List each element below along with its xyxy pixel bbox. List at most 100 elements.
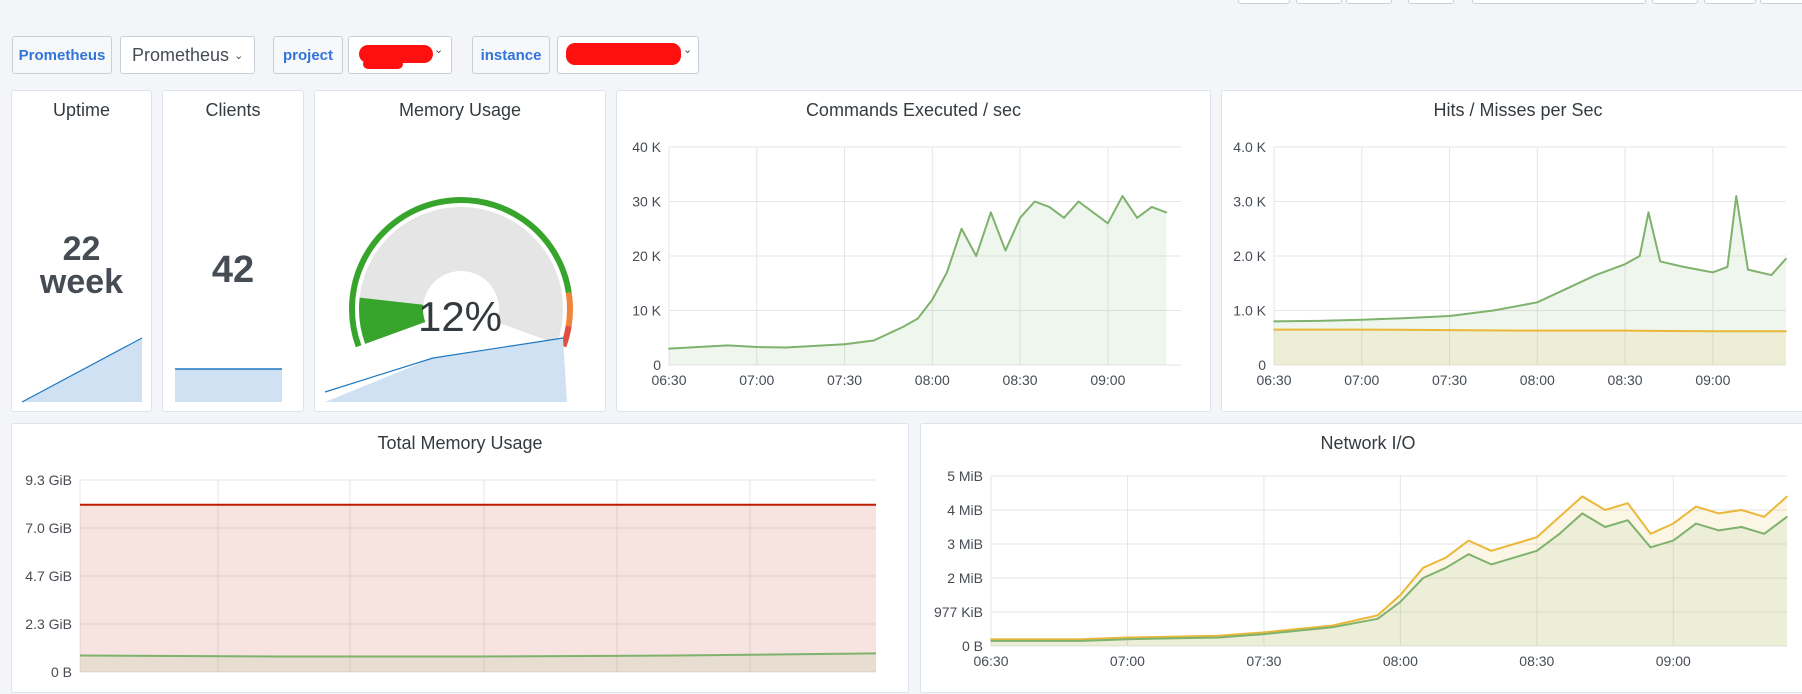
data-point: [1763, 516, 1766, 518]
chevron-down-icon: ⌄: [234, 49, 244, 62]
x-tick-label: 07:30: [827, 372, 862, 388]
data-point: [1649, 546, 1652, 549]
data-point: [1695, 522, 1697, 525]
data-point: [668, 347, 670, 350]
data-point: [902, 326, 904, 328]
data-point: [1126, 638, 1129, 640]
datasource-label: Prometheus: [12, 36, 112, 74]
data-point: [1126, 636, 1129, 639]
data-point: [1558, 516, 1561, 518]
clients-panel[interactable]: Clients 42: [162, 90, 304, 412]
data-point: [1682, 266, 1685, 268]
data-point: [1581, 512, 1584, 515]
data-point: [1317, 320, 1319, 322]
project-label: project: [273, 36, 343, 74]
data-point: [1712, 271, 1714, 274]
data-point: [1150, 206, 1153, 208]
data-point: [1445, 567, 1447, 569]
x-tick-label: 07:30: [1432, 372, 1467, 388]
data-point: [1747, 268, 1749, 271]
data-point: [1217, 636, 1220, 639]
data-point: [975, 255, 977, 257]
data-point: [1445, 556, 1447, 559]
x-tick-label: 07:00: [1110, 653, 1145, 669]
x-tick-label: 09:00: [1090, 372, 1125, 388]
data-point: [1019, 217, 1021, 219]
data-point: [1595, 274, 1597, 276]
data-point: [873, 339, 875, 342]
commands-panel[interactable]: Commands Executed / sec 0 10 K 20 K 30 K 40 …: [616, 90, 1211, 412]
data-point: [1717, 529, 1720, 532]
toolbar-button-7[interactable]: [1760, 0, 1802, 4]
y-tick-label: 3.0 K: [1233, 194, 1266, 210]
data-point: [1740, 526, 1743, 528]
project-select[interactable]: ⌄: [348, 36, 452, 74]
data-point: [1513, 556, 1515, 559]
data-point: [814, 345, 817, 347]
datasource-select[interactable]: Prometheus ⌄: [120, 36, 255, 74]
data-point: [1331, 626, 1333, 629]
data-point: [1004, 249, 1007, 252]
data-point: [1448, 315, 1451, 317]
toolbar-button-6[interactable]: [1704, 0, 1756, 4]
toolbar-button-2[interactable]: [1296, 0, 1342, 4]
x-tick-label: 06:30: [973, 653, 1008, 669]
x-tick-label: 07:00: [1344, 372, 1379, 388]
hits-misses-panel[interactable]: Hits / Misses per Sec 0 1.0 K 2.0 K 3.0 K 4.…: [1221, 90, 1802, 412]
data-point: [1331, 624, 1333, 627]
commands-chart: 0 10 K 20 K 30 K 40 K 06:30 07:00 07:30 08:00 08:…: [632, 139, 1181, 388]
data-point: [1785, 257, 1787, 260]
data-point: [1649, 533, 1652, 535]
y-tick-label: 4.7 GiB: [25, 568, 72, 584]
data-point: [1695, 505, 1697, 508]
data-point: [1490, 550, 1493, 552]
data-point: [1092, 211, 1095, 214]
data-point: [1627, 502, 1629, 504]
data-point: [1399, 601, 1402, 603]
data-point: [1735, 195, 1738, 197]
total-memory-chart: 0 B2.3 GiB4.7 GiB7.0 GiB9.3 GiB: [25, 472, 877, 680]
uptime-panel[interactable]: Uptime 22 week: [11, 90, 152, 412]
instance-select[interactable]: ⌄: [557, 36, 699, 74]
data-point: [990, 640, 992, 642]
y-tick-label: 7.0 GiB: [25, 520, 72, 536]
data-point: [1376, 618, 1379, 620]
memory-usage-panel[interactable]: Memory Usage 12%: [314, 90, 606, 412]
x-tick-label: 08:30: [1608, 372, 1643, 388]
data-point: [1077, 200, 1080, 203]
y-tick-label: 20 K: [632, 248, 661, 264]
toolbar-button-3[interactable]: [1346, 0, 1392, 4]
data-point: [1063, 217, 1065, 219]
data-point: [1786, 495, 1788, 498]
toolbar-button-4[interactable]: [1408, 0, 1454, 4]
x-tick-label: 06:30: [1256, 372, 1291, 388]
x-tick-label: 08:30: [1519, 653, 1554, 669]
data-point: [1672, 539, 1675, 542]
total-memory-panel[interactable]: Total Memory Usage 0 B 2.3 GiB 4.7 GiB 7.0 …: [11, 423, 909, 693]
toolbar-button-1[interactable]: [1238, 0, 1290, 4]
instance-label: instance: [472, 36, 550, 74]
data-point: [1360, 328, 1363, 331]
y-tick-label: 0: [1258, 357, 1266, 373]
toolbar-button-5[interactable]: [1652, 0, 1698, 4]
y-tick-label: 9.3 GiB: [25, 472, 72, 488]
data-point: [1081, 640, 1083, 642]
redacted-value: [566, 43, 681, 65]
data-point: [1217, 635, 1220, 637]
series-area: [1274, 329, 1786, 365]
clients-sparkline: [175, 368, 282, 402]
y-tick-label: 40 K: [632, 139, 661, 155]
data-point: [1565, 287, 1568, 290]
y-tick-label: 0: [653, 357, 661, 373]
x-tick-label: 07:30: [1246, 653, 1281, 669]
data-point: [843, 343, 846, 346]
time-range-button[interactable]: [1472, 0, 1646, 4]
data-point: [1536, 550, 1538, 552]
data-point: [1536, 329, 1539, 332]
network-io-panel[interactable]: Network I/O 0 B 977 KiB 2 MiB 3 MiB 4 MiB 5 M…: [920, 423, 1802, 693]
data-point: [1785, 330, 1787, 333]
data-point: [916, 317, 919, 320]
chevron-down-icon: ⌄: [683, 44, 693, 56]
data-point: [697, 346, 700, 348]
data-point: [1376, 614, 1379, 617]
